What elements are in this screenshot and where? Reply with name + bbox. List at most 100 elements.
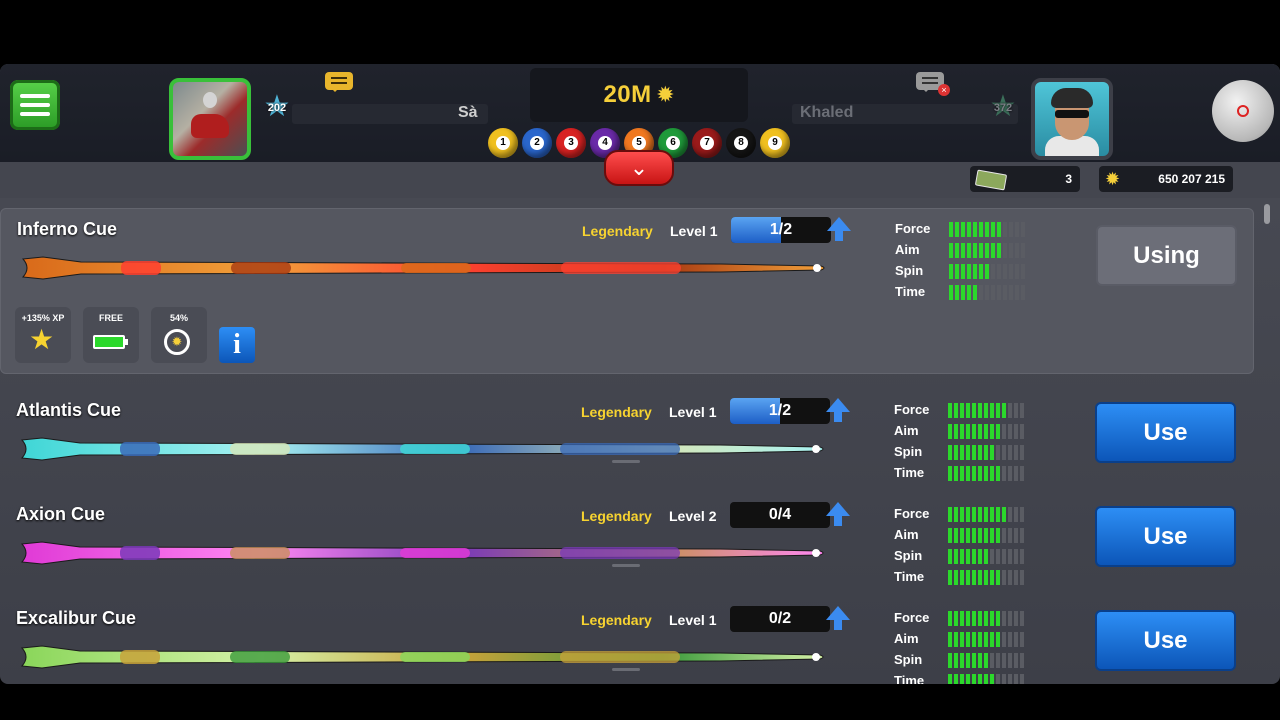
row-divider [612, 668, 640, 671]
ball-number: 9 [768, 136, 782, 150]
stat-label: Spin [894, 548, 923, 563]
ball-number: 6 [666, 136, 680, 150]
stat-label: Aim [895, 242, 920, 257]
use-button[interactable]: Use [1095, 506, 1236, 567]
stat-bar-aim [949, 243, 1025, 258]
ball-number: 7 [700, 136, 714, 150]
stat-label: Aim [894, 423, 919, 438]
cue-name: Atlantis Cue [16, 400, 122, 420]
cue-stick-image [20, 541, 824, 565]
free-recharge-badge: FREE [83, 307, 139, 363]
ball-number: 5 [632, 136, 646, 150]
stat-bar-force [948, 507, 1024, 522]
cue-list[interactable]: Inferno Cue Legendary Level 1 1/2 Force Aim Sp… [0, 208, 1256, 684]
battery-icon [93, 335, 128, 349]
use-button[interactable]: Use [1095, 402, 1236, 463]
cue-stick-image [20, 645, 824, 669]
free-text: FREE [98, 313, 123, 323]
player1-name: Sà [458, 104, 478, 121]
stat-label: Force [894, 506, 930, 521]
cue-level: Level 1 [669, 404, 717, 420]
use-button[interactable]: Use [1095, 610, 1236, 671]
stat-bar-force [948, 611, 1024, 626]
ball-1: 1 [488, 128, 518, 158]
cue-name: Inferno Cue [17, 219, 118, 239]
stat-bar-spin [949, 264, 1025, 279]
upgrade-arrow-icon[interactable] [827, 217, 851, 241]
cue-row[interactable]: Inferno Cue Legendary Level 1 1/2 Force Aim Sp… [0, 208, 1254, 374]
recharge-icon: ✹ [164, 329, 190, 355]
cue-rarity: Legendary [581, 404, 652, 420]
ball-7: 7 [692, 128, 722, 158]
stat-bar-force [948, 403, 1024, 418]
ball-number: 2 [530, 136, 544, 150]
ball-number: 3 [564, 136, 578, 150]
ball-2: 2 [522, 128, 552, 158]
stat-label: Spin [894, 652, 923, 667]
pot-amount: 20M [603, 81, 652, 108]
options-button[interactable] [1212, 80, 1274, 142]
cue-row[interactable]: Axion Cue Legendary Level 2 0/4 Force Aim Spin… [0, 494, 1252, 598]
cue-rarity: Legendary [581, 508, 652, 524]
stat-bar-spin [948, 445, 1024, 460]
cue-row[interactable]: Excalibur Cue Legendary Level 1 0/2 Force Aim… [0, 598, 1252, 684]
coins-amount: 650 207 215 [1158, 172, 1225, 186]
game-screen: ★ 202 Sà 20M ✹ 123456789 × Khaled ★ 372 … [0, 64, 1280, 684]
chevron-down-icon: ⌄ [629, 155, 649, 180]
upgrade-progress: 1/2 [730, 398, 830, 424]
pot-display: 20M ✹ [530, 68, 748, 122]
upgrade-progress: 0/2 [730, 606, 830, 632]
player1-avatar[interactable] [169, 78, 251, 160]
stat-bar-time [948, 466, 1024, 481]
collapse-button[interactable]: ⌄ [604, 150, 674, 186]
stat-label: Spin [895, 263, 924, 278]
stat-label: Force [894, 402, 930, 417]
ball-9: 9 [760, 128, 790, 158]
stat-label: Aim [894, 527, 919, 542]
chat-muted-icon: × [938, 84, 950, 96]
stat-bar-force [949, 222, 1025, 237]
menu-icon [20, 94, 50, 98]
row-divider [612, 564, 640, 567]
stat-label: Aim [894, 631, 919, 646]
player2-name: Khaled [800, 104, 854, 121]
stat-bar-time [948, 570, 1024, 585]
player2-level: 372 [993, 102, 1013, 114]
using-button[interactable]: Using [1096, 225, 1237, 286]
upgrade-arrow-icon[interactable] [826, 606, 850, 630]
coins-display: ✹ 650 207 215 [1099, 166, 1233, 192]
cue-level: Level 2 [669, 508, 717, 524]
xp-boost-text: +135% XP [21, 313, 65, 323]
stat-bar-time [949, 285, 1025, 300]
cue-stick-image [21, 256, 825, 280]
cue-name: Excalibur Cue [16, 608, 137, 628]
cue-rarity: Legendary [581, 612, 652, 628]
cue-badges: +135% XP ★ FREE 54% ✹ i [15, 307, 255, 363]
upgrade-arrow-icon[interactable] [826, 502, 850, 526]
upgrade-progress-text: 1/2 [768, 402, 792, 419]
stat-label: Time [895, 284, 926, 299]
xp-boost-badge: +135% XP ★ [15, 307, 71, 363]
cue-row[interactable]: Atlantis Cue Legendary Level 1 1/2 Force Aim S… [0, 390, 1252, 494]
star-icon: ★ [29, 324, 55, 355]
upgrade-progress: 0/4 [730, 502, 830, 528]
top-hud: ★ 202 Sà 20M ✹ 123456789 × Khaled ★ 372 [0, 64, 1280, 162]
info-button[interactable]: i [219, 327, 255, 363]
stat-bar-aim [948, 424, 1024, 439]
cue-stick-image [20, 437, 824, 461]
stat-label: Time [894, 465, 925, 480]
cash-display: 3 [970, 166, 1080, 192]
cue-name: Axion Cue [16, 504, 106, 524]
stat-bar-spin [948, 549, 1024, 564]
cue-rarity: Legendary [582, 223, 653, 239]
scrollbar[interactable] [1264, 204, 1270, 224]
upgrade-arrow-icon[interactable] [826, 398, 850, 422]
ball-number: 8 [734, 136, 748, 150]
cash-amount: 3 [1065, 172, 1072, 186]
player2-avatar[interactable] [1031, 78, 1113, 160]
player1-level: 202 [267, 102, 287, 114]
chat-icon[interactable] [325, 72, 353, 92]
stat-label: Force [894, 610, 930, 625]
menu-button[interactable] [10, 80, 60, 130]
ball-number: 1 [496, 136, 510, 150]
